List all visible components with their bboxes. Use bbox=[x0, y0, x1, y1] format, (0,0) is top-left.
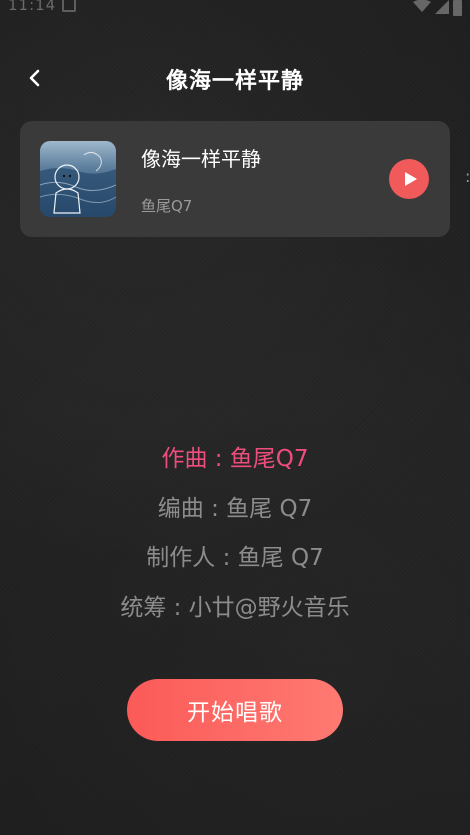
edge-glyph: : bbox=[465, 167, 470, 186]
wifi-icon bbox=[413, 0, 431, 12]
credit-composer: 作曲 : 鱼尾Q7 bbox=[161, 446, 309, 472]
song-card[interactable]: 像海一样平静 鱼尾Q7 bbox=[20, 121, 450, 237]
credit-producer: 制作人 : 鱼尾 Q7 bbox=[146, 545, 324, 571]
credit-coordinator: 统筹 : 小廿@野火音乐 bbox=[120, 594, 350, 621]
page-title: 像海一样平静 bbox=[165, 69, 304, 94]
status-bar: 11:14 bbox=[0, 0, 470, 28]
status-time: 11:14 bbox=[8, 0, 57, 14]
start-singing-button[interactable]: 开始唱歌 bbox=[127, 679, 343, 741]
play-button[interactable] bbox=[389, 159, 429, 199]
header: 像海一样平静 bbox=[0, 55, 470, 105]
credit-arranger: 编曲 : 鱼尾 Q7 bbox=[157, 495, 313, 522]
album-cover-art bbox=[40, 141, 116, 217]
screen: 11:14 像海一样平静 像海一样平静 鱼尾Q7: 作曲: 鱼尾Q7 编曲 … bbox=[0, 0, 470, 835]
signal-icon bbox=[435, 0, 449, 14]
credits: 作曲 : 鱼尾Q7 编曲 : 鱼尾 Q7 制作人 : 鱼尾 Q7 统筹 : 小廿… bbox=[0, 441, 470, 639]
album-cover-image bbox=[40, 141, 116, 217]
play-icon bbox=[404, 172, 417, 186]
song-artist: 鱼尾Q7 bbox=[141, 197, 193, 215]
song-title: 像海一样平静 bbox=[141, 147, 261, 171]
battery-icon bbox=[453, 0, 462, 16]
notification-icon bbox=[62, 0, 76, 12]
status-icons bbox=[413, 0, 462, 18]
